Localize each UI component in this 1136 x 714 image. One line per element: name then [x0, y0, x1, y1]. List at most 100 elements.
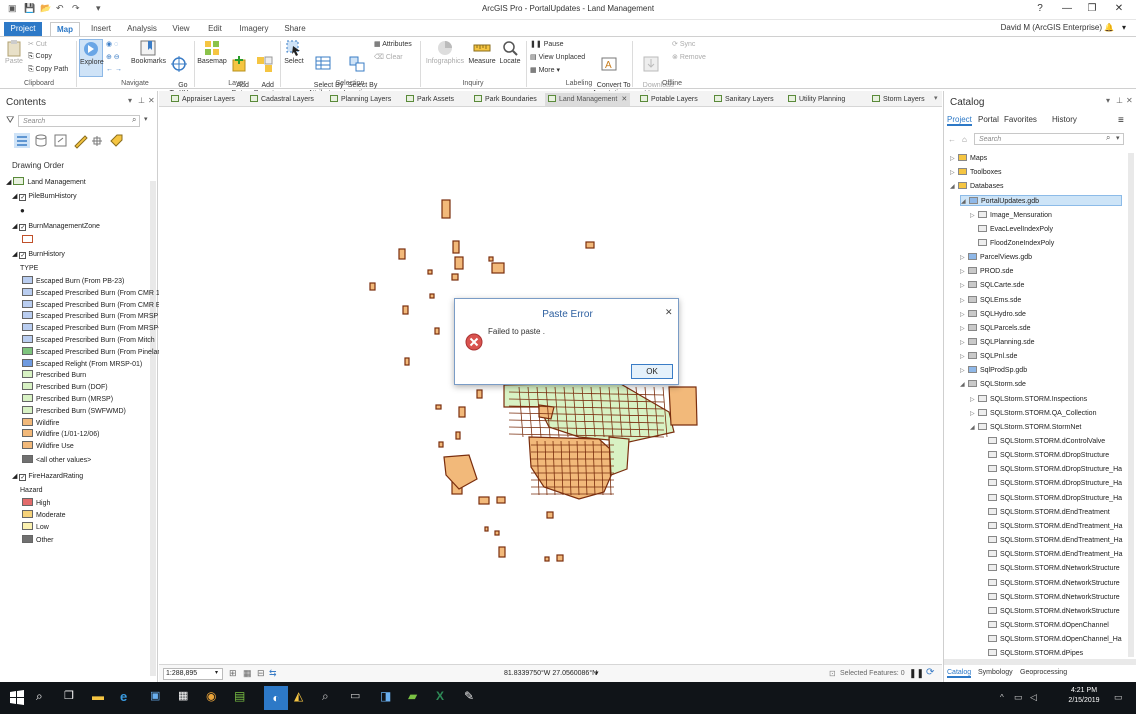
parcel-polygon[interactable] [484, 526, 489, 532]
close-pane-icon[interactable]: ✕ [1126, 96, 1133, 105]
view-tab[interactable]: Sanitary Layers [714, 93, 774, 106]
catalog-item[interactable]: ▷ SQLPnl.sde [960, 351, 1017, 362]
search-dropdown-icon[interactable]: ▾ [1116, 134, 1120, 142]
catalog-item[interactable]: ▷ Image_Mensuration [970, 210, 1052, 221]
view-tab[interactable]: Park Assets [406, 93, 454, 106]
filter-icon[interactable]: ⛛ [6, 115, 14, 126]
parcel-polygon[interactable] [458, 406, 466, 418]
coordinate-format-icon[interactable]: ▾ [595, 669, 599, 677]
layer-visibility-checkbox[interactable]: ✓ [19, 194, 27, 201]
toc-class-item[interactable]: Escaped Relight (From MRSP-01) [22, 358, 142, 370]
measure-button[interactable]: Measure [467, 39, 497, 66]
toc-class-item[interactable]: Moderate [22, 510, 66, 521]
toc-class-item[interactable]: Escaped Prescribed Burn (From MRSP [22, 311, 158, 322]
toc-class-item[interactable]: Escaped Burn (From PB-23) [22, 276, 124, 287]
toc-layer[interactable]: ◢ ✓ FireHazardRating [12, 471, 83, 482]
pause-button[interactable]: ❚❚ Pause [530, 40, 564, 48]
parcel-polygon[interactable] [434, 327, 440, 335]
more-button[interactable]: ▦ More ▾ [530, 66, 560, 74]
toc-class-item[interactable]: Wildfire Use [22, 441, 74, 452]
close-button[interactable]: ✕ [1108, 3, 1130, 14]
parcel-polygon[interactable] [369, 282, 376, 291]
terminal-icon[interactable]: ▭ [350, 689, 368, 707]
file-explorer-icon[interactable]: ▬ [92, 689, 110, 707]
catalog-item[interactable]: SQLStorm.STORM.dDropStructure_Ha [980, 464, 1122, 475]
map-units-icon[interactable]: ⊞ [229, 668, 237, 679]
expand-icon[interactable]: ◢ [950, 182, 958, 193]
attributes-button[interactable]: ▦ Attributes [374, 40, 412, 48]
clear-button[interactable]: ⌫ Clear [374, 53, 403, 61]
parcel-polygon[interactable] [429, 293, 435, 299]
toc-layer[interactable]: ◢ ✓ BurnManagementZone [12, 221, 100, 232]
expand-icon[interactable]: ▷ [960, 296, 968, 307]
view-tab[interactable]: Park Boundaries [474, 93, 537, 106]
notification-icon[interactable]: 🔔 [1104, 23, 1114, 32]
minimize-button[interactable]: — [1056, 3, 1078, 14]
parcel-polygon[interactable] [528, 436, 620, 500]
parcel-polygon[interactable] [668, 386, 698, 426]
layer-visibility-checkbox[interactable]: ✓ [19, 224, 27, 231]
notepad-icon[interactable]: ▤ [234, 689, 252, 707]
parcel-polygon[interactable] [443, 454, 478, 490]
explore-button[interactable]: Explore [79, 39, 104, 77]
layer-visibility-checkbox[interactable]: ✓ [19, 473, 27, 481]
expand-icon[interactable]: ▷ [960, 281, 968, 292]
collapse-icon[interactable]: ◢ [12, 251, 19, 258]
list-by-drawing-order-icon[interactable] [14, 133, 30, 148]
contents-search-input[interactable]: Search [18, 115, 140, 127]
view-tab[interactable]: Cadastral Layers [250, 93, 314, 106]
expand-icon[interactable]: ▷ [970, 211, 978, 222]
search-icon[interactable]: ⌕ [132, 115, 136, 125]
catalog-item[interactable]: ▷ SQLPlanning.sde [960, 337, 1034, 348]
parcel-polygon[interactable] [452, 240, 460, 254]
toc-class-item[interactable]: Other [22, 534, 54, 546]
dialog-close-icon[interactable]: ✕ [665, 307, 673, 318]
refresh-icon[interactable]: ⟳ [926, 667, 934, 678]
task-view-icon[interactable]: ❐ [64, 689, 82, 707]
list-by-source-icon[interactable] [35, 134, 47, 147]
expand-icon[interactable]: ▷ [960, 253, 968, 264]
action-center-icon[interactable]: ▭ [1114, 692, 1123, 703]
expand-icon[interactable]: ▷ [960, 352, 968, 363]
app-icon[interactable]: ⌕ [322, 689, 340, 707]
app-icon[interactable]: ▰ [408, 689, 426, 707]
parcel-polygon[interactable] [608, 436, 630, 476]
tab-analysis[interactable]: Analysis [124, 22, 160, 36]
snapping-icon[interactable]: ⊟ [257, 668, 265, 679]
chrome-icon[interactable]: ◉ [206, 689, 224, 707]
view-tabs-overflow-icon[interactable]: ▾ [934, 94, 938, 102]
expand-icon[interactable]: ▷ [950, 168, 958, 179]
catalog-item[interactable]: SQLStorm.STORM.dPipes [980, 648, 1083, 659]
close-pane-icon[interactable]: ✕ [148, 96, 155, 105]
tab-insert[interactable]: Insert [86, 22, 116, 36]
expand-icon[interactable]: ▷ [950, 154, 958, 165]
view-tab[interactable]: Potable Layers [640, 93, 698, 106]
remote-desktop-icon[interactable]: ◨ [380, 689, 398, 707]
app-icon[interactable]: ▦ [178, 689, 196, 707]
catalog-item[interactable]: SQLStorm.STORM.dDropStructure_Ha [980, 493, 1122, 504]
bookmarks-button[interactable]: Bookmarks [131, 39, 166, 66]
parcel-polygon[interactable] [402, 305, 409, 315]
parcel-polygon[interactable] [546, 511, 554, 519]
expand-icon[interactable]: ▷ [960, 310, 968, 321]
toc-class-item[interactable]: Wildfire (1/01-12/06) [22, 429, 99, 440]
expand-icon[interactable]: ▷ [960, 267, 968, 278]
toc-class-item[interactable]: Escaped Prescribed Burn (From CMR E [22, 299, 160, 311]
toc-class-item[interactable]: Prescribed Burn (MRSP) [22, 394, 113, 405]
expand-icon[interactable]: ◢ [960, 380, 968, 391]
catalog-scrollbar[interactable] [1128, 153, 1134, 657]
bottom-tab-geoprocessing[interactable]: Geoprocessing [1020, 669, 1067, 676]
expand-icon[interactable]: ▷ [970, 395, 978, 406]
catalog-item[interactable]: SQLStorm.STORM.dControlValve [980, 436, 1105, 447]
catalog-item[interactable]: ▷ SQLHydro.sde [960, 309, 1026, 320]
toc-layer[interactable]: ◢ ✓ PileBurnHistory [12, 191, 77, 202]
catalog-item[interactable]: ▷ SQLEms.sde [960, 295, 1021, 306]
toc-class-item[interactable]: Escaped Prescribed Burn (From CMR 1 [22, 287, 160, 299]
grid-icon[interactable]: ▦ [243, 668, 252, 679]
bottom-tab-symbology[interactable]: Symbology [978, 669, 1013, 676]
catalog-item[interactable]: ◢ SQLStorm.STORM.StormNet [970, 422, 1081, 433]
collapse-icon[interactable]: ◢ [12, 193, 19, 200]
parcel-polygon[interactable] [491, 262, 505, 274]
scale-dropdown-icon[interactable]: ▾ [215, 669, 218, 676]
pin-icon[interactable]: ⊥ [1116, 96, 1123, 105]
